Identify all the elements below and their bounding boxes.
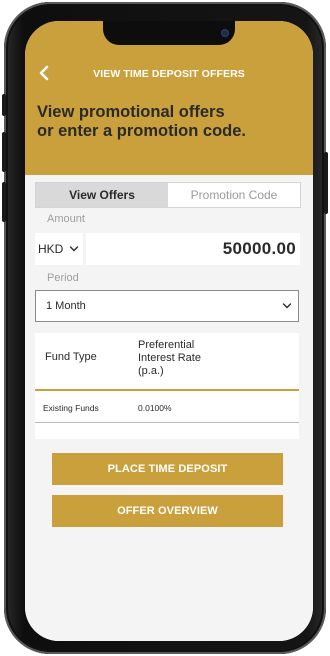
interest-rate-header-line-2: Interest Rate — [138, 352, 201, 364]
interest-rate-header-line-1: Preferential — [138, 339, 195, 351]
row-divider — [35, 422, 299, 423]
screen: VIEW TIME DEPOSIT OFFERS View promotiona… — [25, 21, 313, 641]
camera-icon — [221, 29, 229, 37]
offer-tabs: View Offers Promotion Code — [35, 182, 301, 208]
headline-line-1: View promotional offers — [37, 103, 225, 121]
chevron-down-icon — [70, 246, 79, 252]
silent-switch — [2, 94, 6, 116]
place-time-deposit-button[interactable]: PLACE TIME DEPOSIT — [52, 453, 283, 485]
rate-table: Fund Type Preferential Interest Rate (p.… — [35, 333, 299, 439]
table-row-fund-type: Existing Funds — [43, 403, 99, 413]
phone-frame: VIEW TIME DEPOSIT OFFERS View promotiona… — [2, 2, 328, 654]
chevron-down-icon — [282, 303, 292, 309]
volume-down-button — [2, 182, 6, 222]
headline-line-2: or enter a promotion code. — [37, 122, 247, 140]
period-select[interactable]: 1 Month — [35, 290, 299, 322]
tab-view-offers[interactable]: View Offers — [36, 183, 168, 207]
volume-up-button — [2, 132, 6, 172]
interest-rate-header: Preferential Interest Rate (p.a.) — [138, 339, 218, 378]
table-row-rate: 0.0100% — [138, 403, 172, 413]
headline: View promotional offers or enter a promo… — [37, 103, 307, 141]
fund-type-header: Fund Type — [45, 351, 97, 363]
currency-select[interactable]: HKD — [35, 233, 83, 265]
header-divider — [35, 389, 299, 391]
power-button — [324, 152, 328, 214]
interest-rate-header-line-3: (p.a.) — [138, 365, 164, 377]
offer-overview-button[interactable]: OFFER OVERVIEW — [52, 495, 283, 527]
currency-value: HKD — [38, 242, 64, 256]
amount-label: Amount — [47, 213, 85, 225]
page-title: VIEW TIME DEPOSIT OFFERS — [93, 68, 245, 80]
tab-promotion-code[interactable]: Promotion Code — [168, 183, 300, 207]
notch — [103, 21, 235, 45]
amount-input[interactable]: 50000.00 — [86, 233, 300, 265]
period-value: 1 Month — [46, 300, 86, 312]
period-label: Period — [47, 272, 79, 284]
